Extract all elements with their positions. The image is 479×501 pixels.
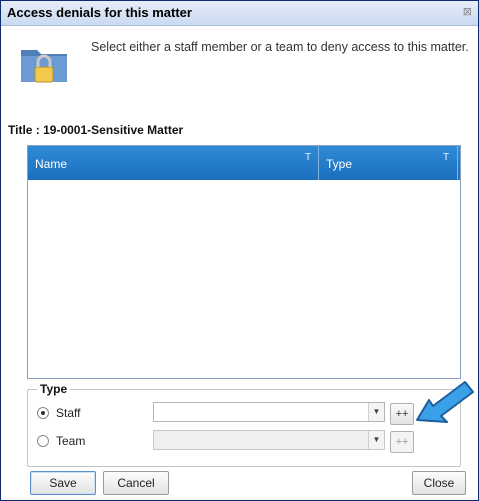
matter-title: Title : 19-0001-Sensitive Matter bbox=[8, 123, 184, 137]
team-radio[interactable] bbox=[37, 435, 49, 447]
dialog-window: Access denials for this matter ⊠ Select … bbox=[0, 0, 479, 501]
team-radio-label: Team bbox=[56, 434, 86, 448]
staff-radio[interactable] bbox=[37, 407, 49, 419]
staff-radio-row[interactable]: Staff bbox=[37, 405, 80, 421]
type-group-legend: Type bbox=[37, 382, 71, 396]
column-header-name[interactable]: Name T bbox=[28, 146, 319, 180]
locked-folder-icon bbox=[21, 50, 67, 83]
close-window-icon[interactable]: ⊠ bbox=[463, 5, 472, 18]
type-group-box bbox=[27, 389, 461, 467]
chevron-down-icon[interactable]: ▼ bbox=[368, 403, 384, 421]
header-description: Select either a staff member or a team t… bbox=[91, 40, 469, 54]
team-dropdown[interactable]: ▼ bbox=[153, 430, 385, 450]
chevron-down-icon[interactable]: ▼ bbox=[368, 431, 384, 449]
grid-header: Name T Type T bbox=[28, 146, 460, 180]
save-button[interactable]: Save bbox=[30, 471, 96, 495]
column-label-type: Type bbox=[326, 157, 353, 171]
filter-icon[interactable]: T bbox=[443, 152, 449, 163]
staff-dropdown[interactable]: ▼ bbox=[153, 402, 385, 422]
column-label-name: Name bbox=[35, 157, 68, 171]
blue-arrow-icon bbox=[416, 381, 474, 423]
header-area: Select either a staff member or a team t… bbox=[1, 26, 478, 104]
window-title: Access denials for this matter bbox=[7, 5, 192, 20]
access-denials-grid[interactable]: Name T Type T bbox=[27, 145, 461, 379]
cancel-button[interactable]: Cancel bbox=[103, 471, 169, 495]
column-header-type[interactable]: Type T bbox=[319, 146, 458, 180]
add-team-button[interactable]: ++ bbox=[390, 431, 414, 453]
title-bar[interactable]: Access denials for this matter ⊠ bbox=[1, 1, 478, 26]
filter-icon[interactable]: T bbox=[305, 152, 311, 163]
close-button[interactable]: Close bbox=[412, 471, 466, 495]
team-radio-row[interactable]: Team bbox=[37, 433, 85, 449]
staff-radio-label: Staff bbox=[56, 406, 81, 420]
